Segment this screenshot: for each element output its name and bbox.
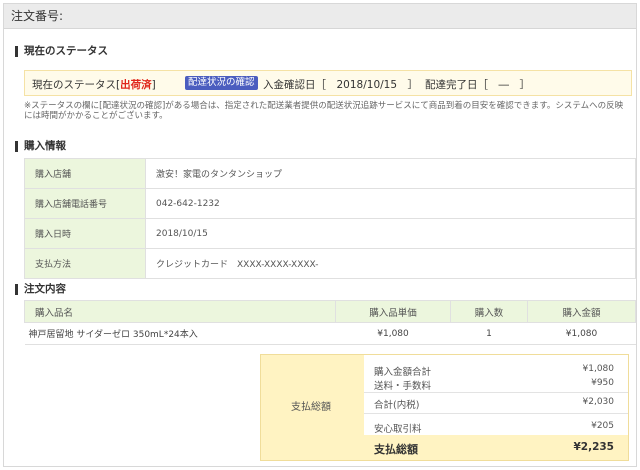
order-items-table: 購入品名 購入品単価 購入数 購入金額 神戸居留地 サイダーゼロ 350mL*2… — [24, 300, 636, 345]
status-box: 現在のステータス[出荷済] 配達状況の確認 入金確認日［ 2018/10/15 … — [24, 70, 632, 96]
status-note: ※ステータスの欄に[配達状況の確認]がある場合は、指定された配送業者提供の配送状… — [24, 101, 624, 121]
table-row: 神戸居留地 サイダーゼロ 350mL*24本入 ¥1,080 1 ¥1,080 — [24, 322, 636, 345]
items-header-row: 購入品名 購入品単価 購入数 購入金額 — [24, 300, 636, 323]
status-text: 現在のステータス[出荷済] — [32, 77, 156, 92]
purchase-info-table: 購入店舗 激安！家電のタンタンショップ 購入店舗電話番号 042-642-1232 … — [24, 158, 636, 279]
order-number-header: 注文番号: — [4, 4, 636, 29]
shipping-label: 送料・手数料 — [374, 381, 432, 392]
grand-total-row: 支払総額 ¥2,235 — [364, 435, 628, 460]
col-unit-price: 購入品単価 — [335, 300, 451, 323]
info-row-payment: 支払方法 クレジットカード XXXX-XXXX-XXXX- — [24, 248, 636, 279]
divider — [364, 392, 628, 393]
phone-label: 購入店舗電話番号 — [24, 188, 146, 219]
payment-method-value: クレジットカード XXXX-XXXX-XXXX- — [145, 248, 636, 279]
total-tax-value: ¥2,030 — [582, 397, 615, 407]
col-product-name: 購入品名 — [24, 300, 336, 323]
subtotal-value: ¥1,080 — [582, 364, 615, 374]
safety-fee-row: 安心取引料 ¥205 — [374, 421, 614, 435]
order-contents-title: 注文内容 — [15, 284, 66, 295]
safety-fee-value: ¥205 — [591, 421, 614, 431]
delivery-completed-date: 配達完了日［ ― ］ — [425, 79, 530, 91]
shipping-value: ¥950 — [591, 378, 614, 388]
purchase-info-title: 購入情報 — [15, 141, 66, 152]
item-name: 神戸居留地 サイダーゼロ 350mL*24本入 — [24, 322, 336, 345]
payment-summary: 支払総額 購入金額合計 ¥1,080 送料・手数料 ¥950 合計(内税) ¥2,03… — [260, 354, 629, 461]
store-label: 購入店舗 — [24, 158, 146, 189]
item-amount: ¥1,080 — [527, 322, 636, 345]
info-row-store: 購入店舗 激安！家電のタンタンショップ — [24, 158, 636, 189]
payment-method-label: 支払方法 — [24, 248, 146, 279]
delivery-status-confirm-button[interactable]: 配達状況の確認 — [185, 76, 258, 90]
status-prefix: 現在のステータス[ — [32, 79, 121, 91]
safety-fee-label: 安心取引料 — [374, 424, 422, 435]
order-detail-panel: 注文番号: 現在のステータス 現在のステータス[出荷済] 配達状況の確認 入金確… — [3, 3, 637, 467]
status-suffix: ] — [151, 79, 156, 91]
phone-value: 042-642-1232 — [145, 188, 636, 219]
col-amount: 購入金額 — [527, 300, 636, 323]
total-tax-label: 合計(内税) — [374, 400, 420, 411]
payment-confirmed-date: 入金確認日［ 2018/10/15 ］ — [263, 79, 419, 91]
subtotal-label: 購入金額合計 — [374, 367, 432, 378]
item-unit-price: ¥1,080 — [335, 322, 451, 345]
divider — [364, 413, 628, 414]
date-value: 2018/10/15 — [145, 218, 636, 249]
date-label: 購入日時 — [24, 218, 146, 249]
grand-total-value: ¥2,235 — [573, 441, 614, 453]
status-value: 出荷済 — [120, 79, 152, 91]
status-section-title: 現在のステータス — [15, 46, 108, 57]
total-tax-row: 合計(内税) ¥2,030 — [374, 397, 614, 411]
grand-total-label: 支払総額 — [374, 443, 418, 456]
payment-breakdown: 購入金額合計 ¥1,080 送料・手数料 ¥950 合計(内税) ¥2,030 安心取… — [364, 355, 628, 460]
store-value: 激安！家電のタンタンショップ — [145, 158, 636, 189]
item-quantity: 1 — [450, 322, 528, 345]
info-row-date: 購入日時 2018/10/15 — [24, 218, 636, 249]
info-row-phone: 購入店舗電話番号 042-642-1232 — [24, 188, 636, 219]
subtotal-row: 購入金額合計 ¥1,080 — [374, 364, 614, 378]
col-quantity: 購入数 — [450, 300, 528, 323]
payment-total-label: 支払総額 — [291, 402, 331, 413]
shipping-row: 送料・手数料 ¥950 — [374, 378, 614, 392]
